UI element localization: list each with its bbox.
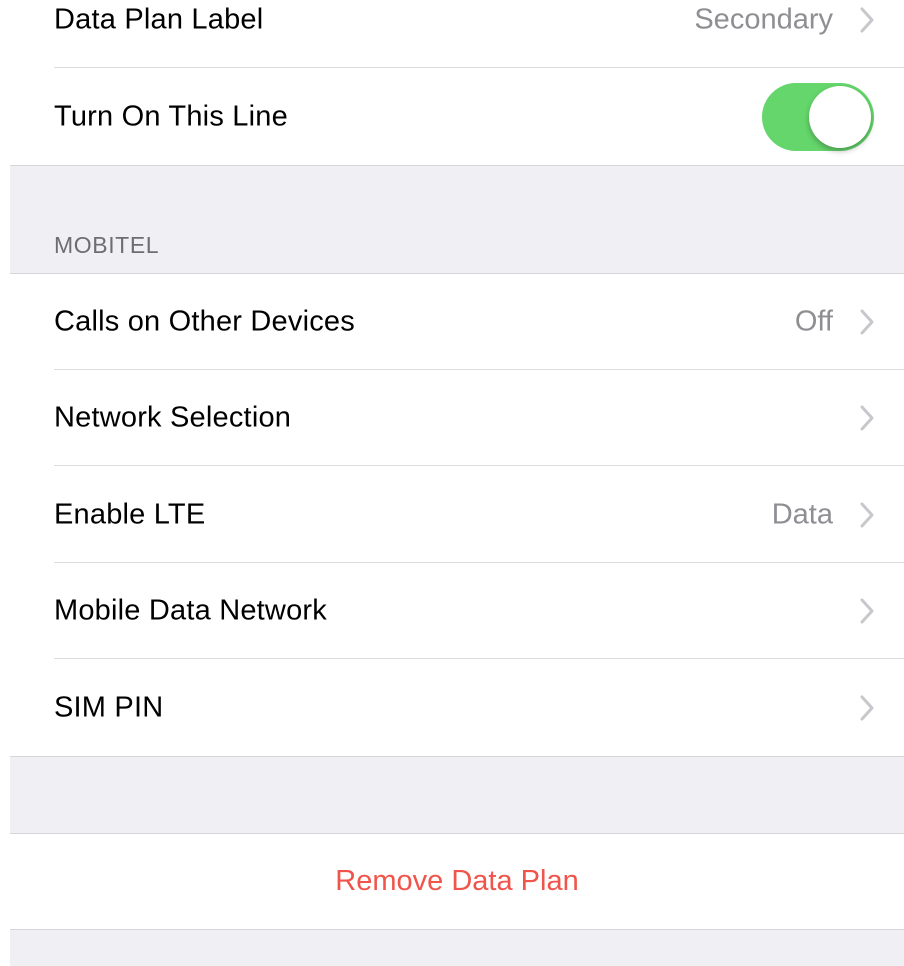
network-selection-row[interactable]: Network Selection xyxy=(10,370,904,466)
left-gutter xyxy=(0,0,10,966)
sim-pin-row[interactable]: SIM PIN xyxy=(10,660,904,756)
carrier-settings-group: Calls on Other Devices Off Network Selec… xyxy=(10,273,904,757)
calls-on-other-devices-row[interactable]: Calls on Other Devices Off xyxy=(10,274,904,370)
chevron-right-icon xyxy=(860,598,874,624)
chevron-right-icon xyxy=(860,695,874,721)
remove-group: Remove Data Plan xyxy=(10,833,904,930)
remove-data-plan-button[interactable]: Remove Data Plan xyxy=(10,834,904,929)
chevron-right-icon xyxy=(860,405,874,431)
data-plan-label-row[interactable]: Data Plan Label Secondary xyxy=(10,0,904,68)
turn-on-line-title: Turn On This Line xyxy=(54,100,288,133)
turn-on-line-row: Turn On This Line xyxy=(10,69,904,165)
row-title: Network Selection xyxy=(54,401,292,434)
row-value: Off xyxy=(794,305,833,338)
turn-on-line-toggle[interactable] xyxy=(762,83,874,151)
section-header-carrier: MOBITEL xyxy=(54,232,160,258)
row-title: SIM PIN xyxy=(54,691,164,724)
row-title: Mobile Data Network xyxy=(54,594,327,627)
line-settings-group: Data Plan Label Secondary Turn On This L… xyxy=(10,0,904,166)
row-separator xyxy=(54,67,904,68)
data-plan-label-title: Data Plan Label xyxy=(54,3,264,36)
chevron-right-icon xyxy=(860,309,874,335)
row-value: Data xyxy=(771,498,833,531)
toggle-knob xyxy=(809,86,871,148)
row-separator xyxy=(54,658,904,659)
chevron-right-icon xyxy=(860,7,874,33)
row-separator xyxy=(54,465,904,466)
mobile-data-network-row[interactable]: Mobile Data Network xyxy=(10,563,904,659)
chevron-right-icon xyxy=(860,502,874,528)
enable-lte-row[interactable]: Enable LTE Data xyxy=(10,467,904,563)
row-title: Calls on Other Devices xyxy=(54,305,355,338)
data-plan-label-value: Secondary xyxy=(694,3,833,36)
row-title: Enable LTE xyxy=(54,498,206,531)
